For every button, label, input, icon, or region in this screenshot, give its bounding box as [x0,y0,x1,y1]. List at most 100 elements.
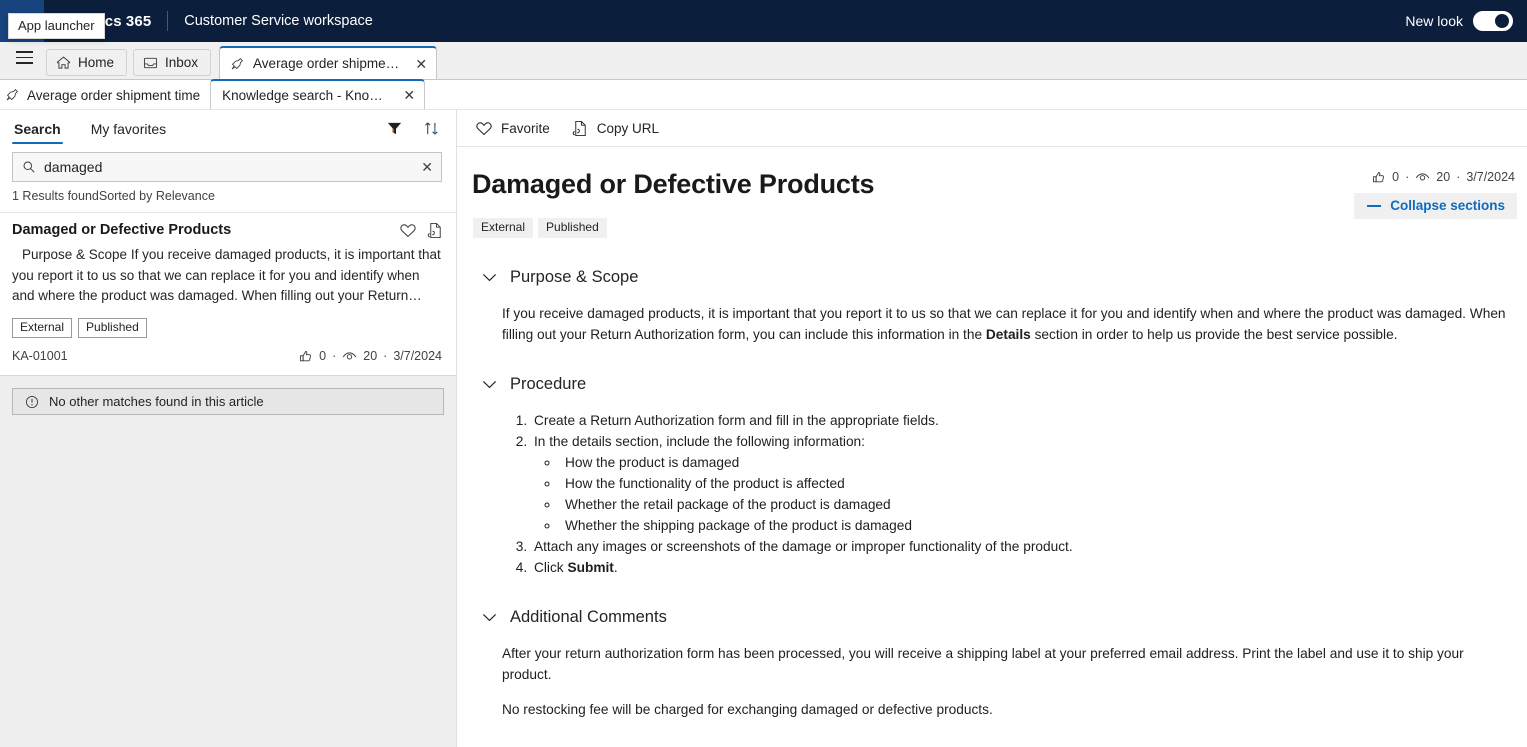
collapse-sections-button[interactable]: Collapse sections [1354,193,1517,219]
close-icon[interactable]: ✕ [399,88,415,102]
tab-inbox-label: Inbox [165,55,199,70]
like-count: 0 [319,349,327,364]
home-icon [56,56,71,70]
like-icon [1372,171,1386,184]
site-map-button[interactable] [8,39,40,76]
section-content: After your return authorization form has… [502,643,1511,720]
subtab-label: Average order shipment time [27,87,201,103]
list-item: How the functionality of the product is … [560,473,1511,494]
tab-search[interactable]: Search [12,118,63,144]
subtab-average-order-shipment-time[interactable]: Average order shipment time [0,81,210,109]
results-count: 1 Results found [12,189,99,203]
search-panel-tools [386,118,444,137]
result-footer: KA-01001 0 · 20 · 3/7/2024 [12,349,442,363]
procedure-sublist: How the product is damaged How the funct… [534,452,1511,536]
result-badges: External Published [12,317,442,339]
result-date: 3/7/2024 [393,349,442,364]
section-content: Create a Return Authorization form and f… [502,410,1511,578]
result-card-actions [399,222,444,239]
paragraph: No restocking fee will be charged for ex… [502,702,993,718]
list-item: In the details section, include the foll… [531,431,1511,536]
header-right-group: New look [1405,11,1527,31]
list-item-label: In the details section, include the foll… [534,434,865,450]
separator: · [1456,170,1461,184]
like-count: 0 [1392,170,1400,184]
secondary-tab-strip: Average order shipment time Knowledge se… [0,79,1527,110]
subtab-knowledge-search[interactable]: Knowledge search - Knowled... ✕ [210,79,426,109]
view-icon [1415,171,1430,184]
new-look-toggle[interactable] [1473,11,1513,31]
pin-icon [6,88,20,102]
heart-icon [475,120,493,137]
article-pane: Favorite Copy URL Damaged or Defective P… [457,110,1527,747]
favorite-label: Favorite [501,120,550,136]
like-icon [299,350,313,363]
app-name-label: Customer Service workspace [184,13,373,29]
chevron-down-icon [482,273,497,282]
view-count: 20 [1436,170,1451,184]
search-input[interactable] [44,153,414,181]
article-date: 3/7/2024 [1466,170,1515,184]
bold-term: Submit [567,560,614,576]
clear-icon[interactable]: ✕ [421,160,433,174]
copy-url-icon[interactable] [427,222,444,239]
paragraph: If you receive damaged products, it is i… [502,306,1506,343]
no-matches-label: No other matches found in this article [49,394,264,410]
filter-icon[interactable] [386,120,403,137]
article-number: KA-01001 [12,349,68,364]
results-meta: 1 Results found Sorted by Relevance [0,182,456,212]
search-panel-top: Search My favorites damaged ✕ 1 Results … [0,110,456,212]
separator: · [332,349,337,364]
tab-home-label: Home [78,55,115,70]
article-command-bar: Favorite Copy URL [457,110,1527,147]
sort-label: Sorted by Relevance [98,189,442,203]
favorite-button[interactable]: Favorite [475,120,550,137]
bold-term: Details [985,327,1031,343]
result-title: Damaged or Defective Products [12,222,232,238]
info-icon [25,395,39,409]
section-content: If you receive damaged products, it is i… [502,303,1511,345]
article-badges: External Published [473,218,1511,239]
section-title: Additional Comments [510,608,667,627]
minus-icon [1367,204,1382,207]
app-launcher-tooltip: App launcher [8,13,105,39]
copy-url-button[interactable]: Copy URL [572,120,659,137]
app-root: Dynamics 365 Customer Service workspace … [0,0,1527,747]
copy-url-icon [572,120,589,137]
tab-inbox[interactable]: Inbox [133,49,212,76]
subtab-label: Knowledge search - Knowled... [222,87,390,103]
sort-icon[interactable] [423,120,440,137]
list-item: How the product is damaged [560,452,1511,473]
section-additional-comments: Additional Comments After your return au… [473,608,1511,720]
result-snippet: Purpose & Scope If you receive damaged p… [12,247,441,303]
status-badge: Published [78,317,147,339]
section-header[interactable]: Procedure [482,375,1511,394]
heart-icon[interactable] [399,222,417,239]
view-count: 20 [363,349,378,364]
tab-average-order-shipment-time[interactable]: Average order shipment ti... ✕ [219,46,438,79]
section-header[interactable]: Additional Comments [482,608,1511,627]
list-item: Whether the retail package of the produc… [560,494,1511,515]
search-field-wrapper[interactable]: ✕ [12,152,442,182]
tab-label: Average order shipment ti... [253,56,404,71]
knowledge-search-panel: Search My favorites damaged ✕ 1 Results … [0,110,457,747]
collapse-sections-label: Collapse sections [1390,198,1505,213]
tab-my-favorites-label: My favorites [90,121,167,137]
search-panel-tabs: Search My favorites [0,110,456,144]
paragraph: After your return authorization form has… [502,646,1464,683]
section-procedure: Procedure Create a Return Authorization … [473,375,1511,578]
tab-home[interactable]: Home [46,49,128,76]
header-divider [167,11,169,31]
search-icon [22,160,36,174]
section-header[interactable]: Purpose & Scope [482,268,1511,287]
close-icon[interactable]: ✕ [411,57,427,71]
new-look-label: New look [1405,13,1463,29]
article-body: Damaged or Defective Products External P… [457,147,1527,747]
chevron-down-icon [482,613,497,622]
status-badge: External [12,317,73,339]
tab-my-favorites[interactable]: My favorites [89,118,168,144]
view-icon [342,350,357,363]
search-result-card[interactable]: Damaged or Defective Products Purpose & … [0,212,456,377]
primary-tab-strip: Home Inbox Average order shipment ti... … [0,42,1527,79]
chevron-down-icon [482,380,497,389]
